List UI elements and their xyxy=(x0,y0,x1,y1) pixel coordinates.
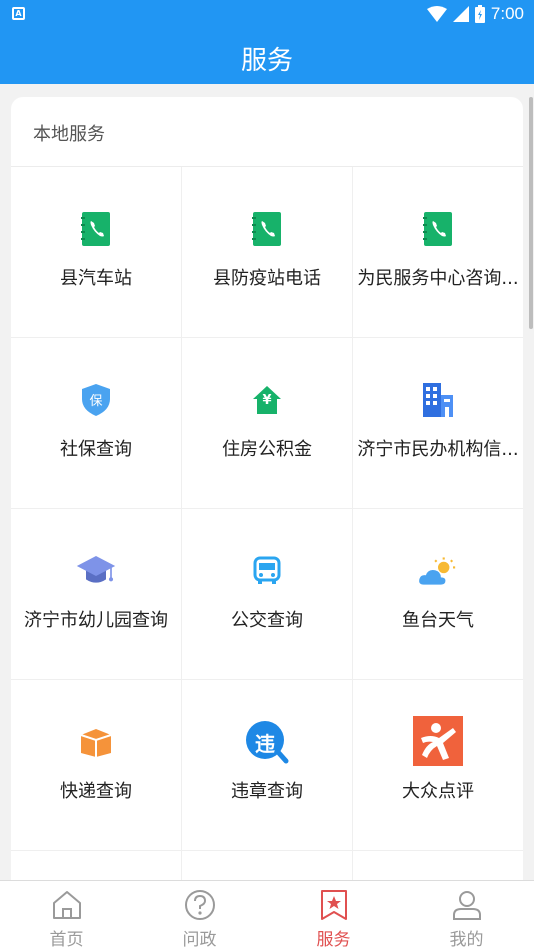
service-item-private-institution[interactable]: 济宁市民办机构信... xyxy=(353,338,523,509)
violation-icon: 违 xyxy=(245,720,289,764)
yuan-char: ¥ xyxy=(262,393,272,408)
service-label: 鱼台天气 xyxy=(402,610,474,631)
bus-icon xyxy=(247,551,287,591)
wifi-icon xyxy=(426,6,447,22)
service-label: 大众点评 xyxy=(402,781,474,802)
tab-label: 服务 xyxy=(316,930,351,950)
tab-mine[interactable]: 我的 xyxy=(400,881,533,950)
status-bar: A 7:00 xyxy=(0,0,534,28)
tab-service[interactable]: 服务 xyxy=(267,881,400,950)
page-title: 服务 xyxy=(240,46,293,76)
service-item-express[interactable]: 快递查询 xyxy=(11,680,182,851)
status-icons: 7:00 xyxy=(426,4,524,24)
service-item-bus-station[interactable]: 县汽车站 xyxy=(11,167,182,338)
tab-label: 首页 xyxy=(49,930,84,950)
service-label: 济宁市幼儿园查询 xyxy=(24,610,168,631)
package-icon xyxy=(76,722,116,762)
service-label: 县防疫站电话 xyxy=(213,268,321,289)
service-label: 济宁市民办机构信... xyxy=(357,439,519,460)
tab-label: 我的 xyxy=(449,930,484,950)
service-label: 违章查询 xyxy=(231,781,303,802)
tab-inquiry[interactable]: 问政 xyxy=(133,881,266,950)
status-time: 7:00 xyxy=(490,4,524,23)
house-yuan-icon: ¥ xyxy=(247,380,287,420)
bookmark-star-icon xyxy=(320,890,347,920)
service-item-service-center[interactable]: 为民服务中心咨询... xyxy=(353,167,523,338)
section-title: 本地服务 xyxy=(33,124,105,145)
scrollbar[interactable] xyxy=(529,97,533,329)
service-label: 为民服务中心咨询... xyxy=(357,268,519,289)
tab-home[interactable]: 首页 xyxy=(0,881,133,950)
violation-char: 违 xyxy=(255,732,275,756)
local-services-card: 本地服务 县汽车站 县防疫站电话 为民服务中心咨询... 保 社保查询 ¥ 住房… xyxy=(11,97,523,897)
bottom-tab-bar: 首页 问政 服务 我的 xyxy=(0,880,534,950)
question-icon xyxy=(184,890,215,920)
shield-insurance-icon: 保 xyxy=(76,380,116,420)
phone-book-icon xyxy=(247,209,287,249)
battery-icon xyxy=(474,5,485,23)
graduation-cap-icon xyxy=(76,551,116,591)
notification-a-icon: A xyxy=(12,7,25,20)
service-item-bus-query[interactable]: 公交查询 xyxy=(182,509,353,680)
insurance-char: 保 xyxy=(89,394,103,409)
tab-label: 问政 xyxy=(182,930,217,950)
service-label: 公交查询 xyxy=(231,610,303,631)
service-item-housing-fund[interactable]: ¥ 住房公积金 xyxy=(182,338,353,509)
service-item-dianping[interactable]: 大众点评 xyxy=(353,680,523,851)
service-label: 县汽车站 xyxy=(60,268,132,289)
building-icon xyxy=(418,380,458,420)
phone-book-icon xyxy=(76,209,116,249)
app-bar: 服务 xyxy=(0,28,534,84)
weather-icon xyxy=(418,551,458,591)
service-item-violation[interactable]: 违 违章查询 xyxy=(182,680,353,851)
service-item-social-security[interactable]: 保 社保查询 xyxy=(11,338,182,509)
service-item-epidemic-phone[interactable]: 县防疫站电话 xyxy=(182,167,353,338)
service-label: 社保查询 xyxy=(60,439,132,460)
signal-icon xyxy=(452,6,469,22)
service-item-kindergarten[interactable]: 济宁市幼儿园查询 xyxy=(11,509,182,680)
service-item-weather[interactable]: 鱼台天气 xyxy=(353,509,523,680)
service-label: 快递查询 xyxy=(60,781,132,802)
dianping-icon xyxy=(413,716,463,766)
home-icon xyxy=(52,891,81,919)
user-icon xyxy=(452,891,481,920)
phone-book-icon xyxy=(418,209,458,249)
service-label: 住房公积金 xyxy=(222,439,312,460)
